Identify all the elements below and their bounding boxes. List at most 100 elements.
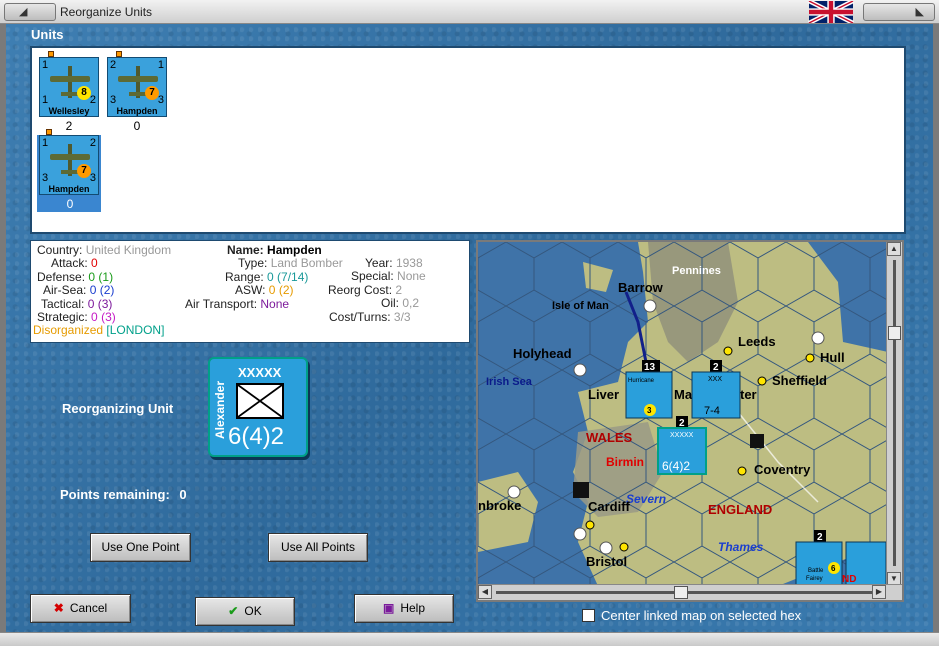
location-value: [LONDON] [106, 323, 165, 338]
city-sheffield-marker [757, 376, 767, 386]
map-label-leeds: Leeds [738, 334, 776, 349]
map-label-england: ENGLAND [708, 502, 772, 517]
unit-badge: 7 [145, 86, 159, 100]
asw-label: ASW: [235, 283, 266, 298]
port-pembroke-icon [507, 485, 521, 499]
unit-top-left-value: 1 [42, 137, 49, 149]
city-cardiff-marker [585, 520, 595, 530]
scroll-right-icon[interactable]: ▶ [872, 585, 886, 599]
center-linked-map-option[interactable]: Center linked map on selected hex [582, 608, 801, 623]
center-linked-map-label: Center linked map on selected hex [601, 608, 802, 623]
range-label: Range: [225, 269, 264, 284]
map-label-holyhead: Holyhead [513, 346, 572, 361]
help-button[interactable]: ▣ Help [354, 594, 454, 623]
attack-value: 0 [91, 256, 98, 271]
unit-bottom-left-value: 3 [110, 94, 117, 106]
units-panel: 1 1 2 8 Wellesley 2 2 1 3 3 7 Hampden 0 [30, 46, 906, 234]
unit-bottom-right-value: 3 [89, 172, 96, 184]
use-all-points-button[interactable]: Use All Points [268, 533, 368, 562]
unit-slot-hampden[interactable]: 2 1 3 3 7 Hampden 0 [107, 51, 167, 133]
unit-top-left-value: 1 [42, 59, 49, 71]
year-label: Year: [365, 256, 393, 270]
linked-map-view[interactable]: Pennines Barrow Isle of Man Leeds Hull H… [476, 240, 904, 602]
map-label-pennines: Pennines [672, 265, 721, 277]
alexander-strength: 6(4)2 [662, 459, 690, 473]
unit-name: Wellesley [48, 106, 90, 116]
unit-badge: 7 [77, 164, 91, 178]
ok-button[interactable]: ✔ OK [195, 597, 295, 626]
asw-value: 0 [268, 283, 276, 298]
unit-bottom-right-value: 3 [157, 94, 164, 106]
map-horizontal-scrollbar[interactable]: ◀ ▶ [478, 584, 902, 600]
close-icon: ◣ [915, 6, 924, 18]
cancel-x-icon: ✖ [53, 601, 64, 615]
use-one-point-button[interactable]: Use One Point [90, 533, 191, 562]
stack-count-d: 2 [817, 532, 823, 543]
factory-cardiff-icon [573, 482, 589, 498]
corps-size: XXX [708, 376, 722, 383]
defense-label: Defense: [37, 269, 86, 284]
reorganizing-unit-counter: XXXXX Alexander 6(4)2 [208, 357, 308, 457]
stack-count-a: 13 [644, 362, 656, 373]
unit-counter: 2 1 3 3 7 Hampden [107, 57, 167, 117]
alexander-size: XXXXX [670, 432, 694, 439]
port-hull-icon [811, 331, 825, 345]
center-linked-map-checkbox[interactable] [582, 609, 595, 622]
map-canvas[interactable]: Pennines Barrow Isle of Man Leeds Hull H… [478, 242, 888, 586]
map-label-birmin: Birmin [606, 455, 644, 469]
city-coventry-marker [737, 466, 747, 476]
unit-name: Hampden [48, 184, 90, 194]
unit-slot-wellesley[interactable]: 1 1 2 8 Wellesley 2 [39, 51, 99, 133]
window-bottom-bar [0, 632, 939, 646]
strategic-extra: (3) [101, 310, 116, 325]
cancel-button[interactable]: ✖ Cancel [30, 594, 131, 623]
defense-extra: (1) [98, 269, 114, 284]
reorg-cost-label: Reorg Cost: [328, 282, 393, 297]
airsea-label: Air-Sea: [43, 283, 87, 298]
tactical-extra: (3) [97, 296, 113, 311]
airsea-value: 0 [89, 283, 97, 298]
leader-name: Alexander [213, 380, 227, 439]
unit-count: 0 [66, 197, 74, 211]
tactical-value: 0 [87, 296, 95, 311]
city-hull-marker [805, 353, 815, 363]
scroll-left-icon[interactable]: ◀ [478, 585, 492, 599]
status-value: Disorganized [33, 323, 104, 338]
map-vertical-scrollbar[interactable]: ▲ ▼ [886, 242, 902, 586]
city-leeds-marker [723, 346, 733, 356]
unit-counter: 1 1 2 8 Wellesley [39, 57, 99, 117]
year-value: 1938 [395, 256, 423, 270]
unit-top-left-value: 2 [110, 59, 117, 71]
map-label-sheffield: Sheffield [772, 373, 827, 388]
strategic-value: 0 [91, 310, 98, 325]
unit-slot-hampden-selected[interactable]: 1 2 3 3 7 Hampden 0 [37, 129, 101, 212]
cost-turns-label: Cost/Turns: [329, 309, 391, 324]
window-title: Reorganize Units [60, 5, 153, 19]
hscroll-thumb[interactable] [674, 586, 688, 599]
points-remaining-row: Points remaining: 0 [60, 487, 187, 502]
window-close-button[interactable]: ◣ [863, 3, 935, 21]
stack-count-b: 2 [713, 362, 719, 373]
range-value: 0 (7/14) [267, 269, 309, 284]
vscroll-thumb[interactable] [888, 326, 901, 340]
map-label-isle-of-man: Isle of Man [552, 300, 609, 312]
fairey-name: Fairey [806, 576, 823, 582]
map-label-thames: Thames [718, 540, 764, 554]
reorganizing-unit-label: Reorganizing Unit [62, 401, 174, 416]
unit-count: 0 [133, 119, 141, 133]
port-bristol-icon [599, 541, 613, 555]
scroll-up-icon[interactable]: ▲ [887, 242, 901, 256]
corps-size-label: XXXXX [238, 365, 282, 380]
window-menu-button[interactable]: ◢ [4, 3, 56, 21]
hurricane-badge: 3 [647, 406, 652, 415]
port-holyhead-icon [573, 363, 587, 377]
help-book-icon: ▣ [382, 601, 395, 615]
use-all-points-label: Use All Points [280, 540, 356, 554]
info-column-left: Country: United Kingdom Attack: 0 Defens… [33, 243, 197, 338]
infantry-symbol-icon [236, 383, 284, 419]
map-label-nbroke: nbroke [478, 498, 521, 513]
corps-strength: 7-4 [704, 405, 720, 417]
defense-value: 0 [88, 269, 96, 284]
port-cardiff-icon [573, 527, 587, 541]
oil-label: Oil: [381, 296, 399, 311]
